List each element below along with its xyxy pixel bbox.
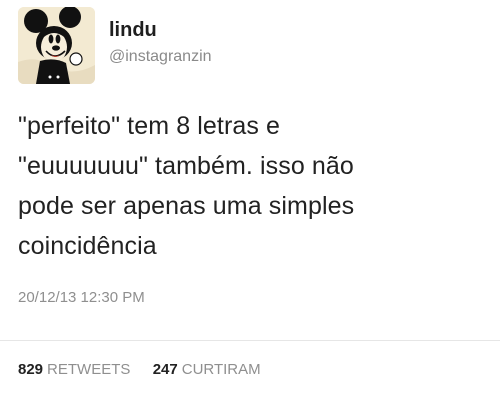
divider: [0, 340, 500, 341]
likes-label: CURTIRAM: [181, 361, 261, 378]
avatar[interactable]: [18, 7, 95, 84]
tweet-text-line: pode ser apenas uma simples: [18, 192, 355, 220]
tweet-text: "perfeito" tem 8 letras e "euuuuuuu" tam…: [18, 106, 488, 266]
likes-stat[interactable]: 247 CURTIRAM: [153, 361, 261, 378]
user-handle[interactable]: @instagranzin: [109, 47, 212, 67]
tweet-timestamp[interactable]: 20/12/13 12:30 PM: [18, 288, 145, 308]
retweets-label: RETWEETS: [47, 361, 131, 378]
tweet-card: lindu @instagranzin "perfeito" tem 8 let…: [0, 0, 500, 400]
likes-count: 247: [152, 361, 178, 378]
tweet-text-line: "euuuuuuu" também. isso não: [18, 152, 354, 180]
retweets-stat[interactable]: 829 RETWEETS: [18, 361, 135, 378]
mickey-mouse-avatar-icon: [18, 7, 95, 84]
display-name[interactable]: lindu: [109, 18, 157, 42]
tweet-text-line: "perfeito" tem 8 letras e: [18, 112, 281, 140]
tweet-stats: 829 RETWEETS 247 CURTIRAM: [18, 360, 261, 380]
retweets-count: 829: [18, 361, 44, 378]
tweet-text-line: coincidência: [18, 232, 157, 260]
